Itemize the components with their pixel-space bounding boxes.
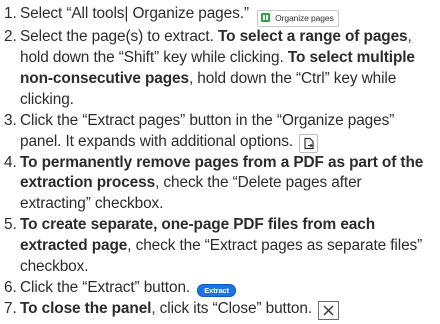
organize-pages-label: Organize pages xyxy=(275,13,334,23)
organize-pages-button[interactable]: Organize pages xyxy=(257,10,339,27)
extract-pages-icon xyxy=(302,137,315,154)
step-text: Select the page(s) to extract. xyxy=(20,28,218,45)
step-text: Click the “Extract” button. xyxy=(20,278,191,296)
step-2: 2. Select the page(s) to extract. To sele… xyxy=(0,27,440,111)
steps-list: 1. Select “All tools| Organize pages.” Or… xyxy=(0,4,440,320)
instructions-document: 1. Select “All tools| Organize pages.” Or… xyxy=(0,0,440,320)
extract-button[interactable]: Extract xyxy=(197,283,236,297)
step-emphasis: To select a range of pages xyxy=(217,28,408,45)
step-4: 4. To permanently remove pages from a PDF… xyxy=(0,153,440,216)
step-3: 3. Click the “Extract pages” button in th… xyxy=(0,111,440,153)
close-button[interactable] xyxy=(318,300,340,321)
close-icon xyxy=(322,304,335,321)
step-number: 7. xyxy=(4,299,17,317)
step-number: 3. xyxy=(4,111,17,129)
step-7: 7. To close the panel, click its “Close” … xyxy=(0,299,440,320)
step-number: 2. xyxy=(4,28,17,45)
step-emphasis: To close the panel xyxy=(20,299,152,317)
organize-pages-icon xyxy=(261,12,271,22)
step-text: Select “All tools| Organize pages.” xyxy=(20,5,249,22)
step-6: 6. Click the “Extract” button. Extract xyxy=(0,278,440,299)
step-text: , click its “Close” button. xyxy=(151,299,312,317)
step-number: 6. xyxy=(4,278,17,296)
extract-pages-button[interactable] xyxy=(299,133,319,154)
step-text: Click the “Extract pages” button in the … xyxy=(20,111,395,150)
step-5: 5. To create separate, one-page PDF files… xyxy=(0,215,440,278)
step-1: 1. Select “All tools| Organize pages.” Or… xyxy=(0,4,440,27)
step-number: 4. xyxy=(4,153,17,171)
step-number: 1. xyxy=(4,5,17,22)
step-number: 5. xyxy=(4,216,17,234)
